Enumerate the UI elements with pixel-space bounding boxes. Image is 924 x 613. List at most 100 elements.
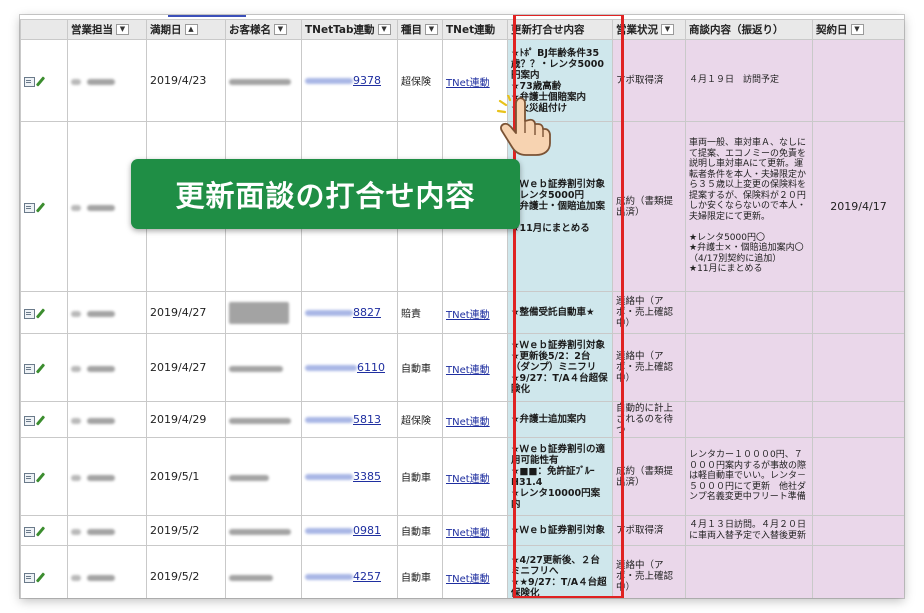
tnet-link[interactable]: TNet連動	[446, 417, 490, 428]
edit-pencil-icon[interactable]	[35, 472, 46, 483]
sales-status-cell: 連絡中（アポ・売上確認中）	[612, 545, 686, 598]
col-contract-header[interactable]: 契約日 ▼	[812, 19, 904, 40]
contract-date-cell: 2019/4/17	[812, 121, 904, 292]
pointing-hand-icon	[496, 95, 551, 156]
tnettab-link[interactable]: 0981	[305, 524, 381, 537]
expiry-date-cell: 2019/5/2	[146, 545, 226, 598]
col-status-header[interactable]: 営業状況 ▼	[612, 19, 686, 40]
tnet-cell: TNet連動	[442, 545, 508, 598]
sort-dropdown-icon[interactable]: ▼	[116, 23, 129, 35]
sales-rep-cell	[67, 333, 147, 402]
customer-name-cell	[225, 39, 302, 122]
row-actions	[20, 333, 68, 402]
negotiation-memo-cell	[685, 291, 813, 334]
tnettab-link[interactable]: 4257	[305, 570, 381, 583]
header-accent-line	[168, 15, 246, 17]
row-actions	[20, 437, 68, 516]
kind-cell: 超保険	[397, 401, 443, 438]
kind-cell: 超保険	[397, 39, 443, 122]
row-actions	[20, 39, 68, 122]
tnettab-cell: 3385	[301, 437, 398, 516]
view-icon[interactable]	[24, 363, 35, 374]
col-customer-header[interactable]: お客様名 ▼	[225, 19, 302, 40]
kind-cell: 自動車	[397, 437, 443, 516]
row-actions	[20, 515, 68, 546]
tnettab-link[interactable]: 3385	[305, 470, 381, 483]
col-kind-header[interactable]: 種目 ▼	[397, 19, 443, 40]
tnettab-cell: 0981	[301, 515, 398, 546]
negotiation-memo-cell: レンタカー１０００0円、７０００円案内するが事故の際は軽自動車でいい。レンタ－５…	[685, 437, 813, 516]
tnet-link[interactable]: TNet連動	[446, 574, 490, 585]
tnet-link[interactable]: TNet連動	[446, 528, 490, 539]
tnettab-link[interactable]: 9378	[305, 74, 381, 87]
update-content-cell: ★Ｗｅｂ証券割引対象	[507, 515, 613, 546]
contract-date-cell	[812, 437, 904, 516]
sort-ascending-icon[interactable]: ▲	[184, 23, 198, 35]
sales-rep-cell	[67, 515, 147, 546]
sort-dropdown-icon[interactable]: ▼	[377, 23, 391, 35]
tnet-link[interactable]: TNet連動	[446, 78, 490, 89]
sales-rep-cell	[67, 545, 147, 598]
edit-pencil-icon[interactable]	[35, 308, 46, 319]
view-icon[interactable]	[24, 202, 35, 213]
tnet-link[interactable]: TNet連動	[446, 474, 490, 485]
edit-pencil-icon[interactable]	[35, 363, 46, 374]
contract-date-cell	[812, 291, 904, 334]
view-icon[interactable]	[24, 308, 35, 319]
contract-date-cell	[812, 401, 904, 438]
edit-pencil-icon[interactable]	[35, 202, 46, 213]
expiry-date-cell: 2019/5/2	[146, 515, 226, 546]
sales-status-cell: アポ取得済	[612, 39, 686, 122]
sales-status-cell: 連絡中（アポ・売上確認中）	[612, 333, 686, 402]
col-tnettab-header[interactable]: TNetTab連動 ▼	[301, 19, 398, 40]
edit-pencil-icon[interactable]	[35, 415, 46, 426]
row-actions	[20, 545, 68, 598]
kind-cell: 賠責	[397, 291, 443, 334]
kind-cell: 自動車	[397, 515, 443, 546]
sales-status-cell: 連絡中（アポ・売上確認中）	[612, 291, 686, 334]
negotiation-memo-cell: ４月１９日 訪問予定	[685, 39, 813, 122]
table-row: 2019/4/23 9378 超保険 TNet連動 ★ﾄﾎﾟ BJ年齢条件35歳？？・レ…	[20, 39, 904, 122]
negotiation-memo-cell: 車両一般、車対車Ａ、なしにて提案、エコノミーの免責を説明し車対車Aにて更新。運転…	[685, 121, 813, 292]
tnettab-link[interactable]: 5813	[305, 413, 381, 426]
customer-name-cell	[225, 515, 302, 546]
view-icon[interactable]	[24, 76, 35, 87]
view-icon[interactable]	[24, 415, 35, 426]
view-icon[interactable]	[24, 526, 35, 537]
sort-dropdown-icon[interactable]: ▼	[850, 23, 864, 35]
contract-date-cell	[812, 333, 904, 402]
tnettab-cell: 6110	[301, 333, 398, 402]
edit-pencil-icon[interactable]	[35, 76, 46, 87]
update-content-cell: ★弁護士追加案内	[507, 401, 613, 438]
table-row: 2019/5/2 4257 自動車 TNet連動 ★4/27更新後、２台ミニフリへ ★★…	[20, 545, 904, 598]
row-actions	[20, 121, 68, 292]
sort-dropdown-icon[interactable]: ▼	[661, 23, 674, 35]
sort-dropdown-icon[interactable]: ▼	[425, 23, 438, 35]
tnettab-cell: 9378	[301, 39, 398, 122]
update-content-cell: ★Ｗｅｂ証券割引の適用可能性有 ★■■：免許証ﾌﾞﾙｰH31.4 ★レンタ100…	[507, 437, 613, 516]
update-content-cell: ★Ｗｅｂ証券割引対象 ★更新後5/2：2台（ダンプ）ミニフリ ★9/27：T/A…	[507, 333, 613, 402]
tnet-cell: TNet連動	[442, 291, 508, 334]
tnet-cell: TNet連動	[442, 515, 508, 546]
tnettab-link[interactable]: 8827	[305, 306, 381, 319]
table-row: 2019/4/27 8827 賠責 TNet連動 ★整備受託自動車★ 連絡中（アポ・売上確…	[20, 291, 904, 334]
negotiation-memo-cell	[685, 401, 813, 438]
sales-rep-cell	[67, 291, 147, 334]
col-expiry-header[interactable]: 満期日 ▲	[146, 19, 226, 40]
tnet-cell: TNet連動	[442, 401, 508, 438]
view-icon[interactable]	[24, 472, 35, 483]
col-sales-rep-header[interactable]: 営業担当 ▼	[67, 19, 147, 40]
edit-pencil-icon[interactable]	[35, 572, 46, 583]
contract-date-cell	[812, 39, 904, 122]
expiry-date-cell: 2019/4/27	[146, 291, 226, 334]
view-icon[interactable]	[24, 572, 35, 583]
col-tnet-header: TNet連動	[442, 19, 508, 40]
edit-pencil-icon[interactable]	[35, 526, 46, 537]
kind-cell: 自動車	[397, 545, 443, 598]
tnet-link[interactable]: TNet連動	[446, 310, 490, 321]
sort-dropdown-icon[interactable]: ▼	[274, 23, 287, 35]
tnet-link[interactable]: TNet連動	[446, 365, 490, 376]
tnettab-cell: 8827	[301, 291, 398, 334]
tnettab-link[interactable]: 6110	[305, 361, 385, 374]
negotiation-memo-cell: ４月１３日訪問。４月２０日に車両入替予定で入替後更新	[685, 515, 813, 546]
